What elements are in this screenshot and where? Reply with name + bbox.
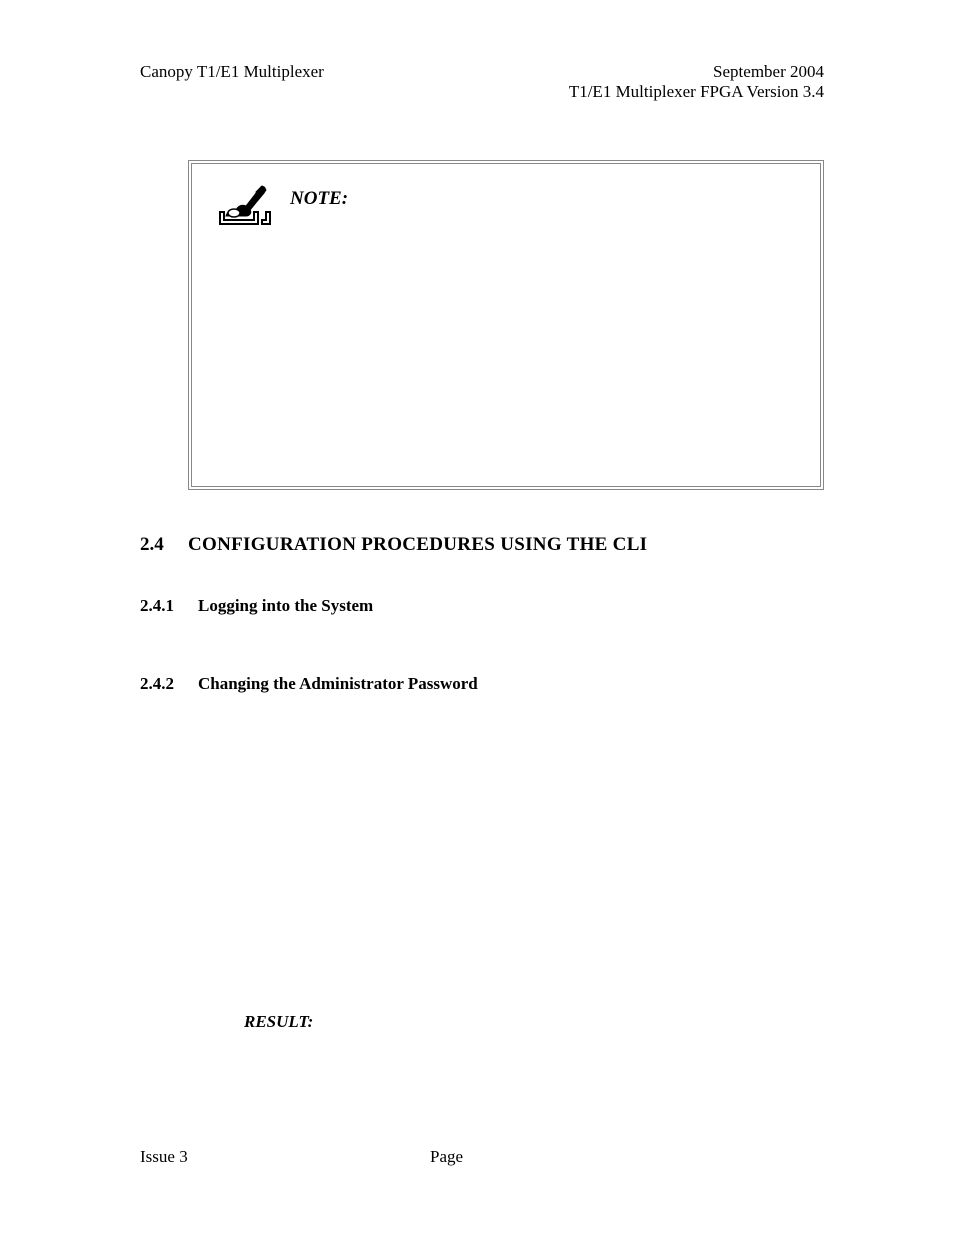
subsection-heading: 2.4.2 Changing the Administrator Passwor… [140, 674, 824, 694]
header-right-block: September 2004 T1/E1 Multiplexer FPGA Ve… [569, 62, 824, 102]
writing-hand-icon [212, 182, 276, 230]
section-number: 2.4 [140, 534, 188, 556]
section-title: CONFIGURATION PROCEDURES USING THE CLI [188, 534, 647, 556]
note-label: NOTE: [290, 188, 348, 210]
header-version: T1/E1 Multiplexer FPGA Version 3.4 [569, 82, 824, 102]
header-date: September 2004 [569, 62, 824, 82]
result-label: RESULT: [244, 1012, 824, 1032]
note-box: NOTE: [188, 160, 824, 490]
subsection-heading: 2.4.1 Logging into the System [140, 596, 824, 616]
footer-issue: Issue 3 [140, 1147, 430, 1167]
subsection-title: Logging into the System [198, 596, 373, 616]
section-heading: 2.4 CONFIGURATION PROCEDURES USING THE C… [140, 534, 824, 556]
subsection-number: 2.4.1 [140, 596, 198, 616]
page-header: Canopy T1/E1 Multiplexer September 2004 … [140, 62, 824, 102]
header-left-text: Canopy T1/E1 Multiplexer [140, 62, 324, 82]
page-footer: Issue 3 Page [140, 1147, 824, 1167]
subsection-title: Changing the Administrator Password [198, 674, 478, 694]
footer-page: Page [430, 1147, 463, 1167]
subsection-number: 2.4.2 [140, 674, 198, 694]
